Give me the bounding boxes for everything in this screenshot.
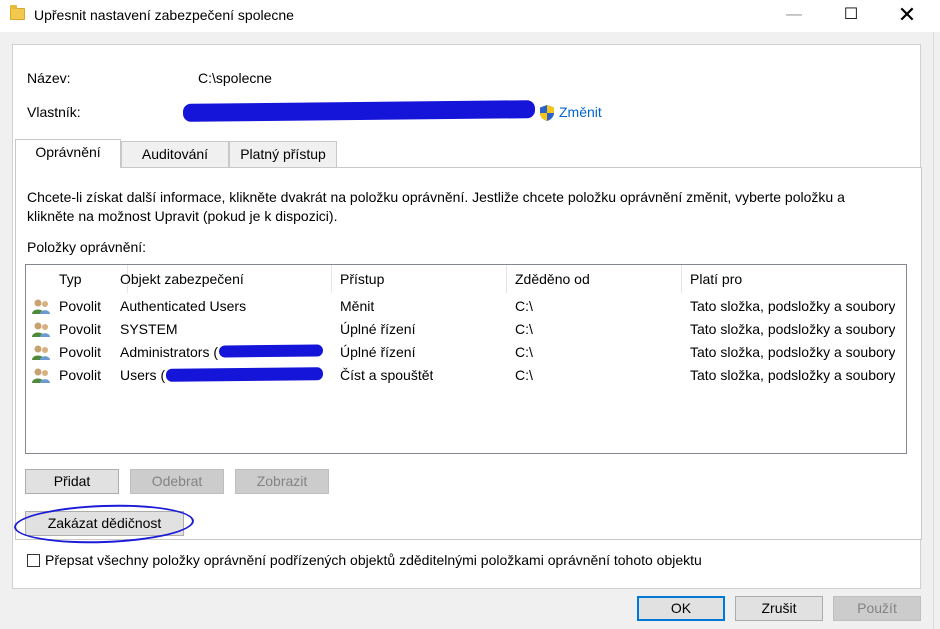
users-group-icon	[32, 368, 50, 383]
uac-shield-icon	[540, 105, 554, 121]
tab-effective-access[interactable]: Platný přístup	[229, 141, 337, 167]
cell-access: Číst a spouštět	[340, 367, 434, 383]
cell-applies: Tato složka, podsložky a soubory	[690, 321, 896, 337]
cell-applies: Tato složka, podsložky a soubory	[690, 367, 896, 383]
cell-type: Povolit	[59, 367, 102, 383]
view-button[interactable]: Zobrazit	[235, 469, 329, 494]
table-row[interactable]: Povolit SYSTEM Úplné řízení C:\ Tato slo…	[26, 318, 906, 341]
cell-inherited: C:\	[515, 344, 533, 360]
add-button[interactable]: Přidat	[25, 469, 119, 494]
cell-access: Úplné řízení	[340, 344, 416, 360]
title-bar: Upřesnit nastavení zabezpečení spolecne …	[0, 0, 940, 32]
users-group-icon	[32, 322, 50, 337]
entries-label: Položky oprávnění:	[27, 239, 147, 255]
users-group-icon	[32, 345, 50, 360]
cell-principal: SYSTEM	[120, 321, 178, 337]
ok-button[interactable]: OK	[637, 596, 725, 621]
cell-type: Povolit	[59, 321, 102, 337]
cell-applies: Tato složka, podsložky a soubory	[690, 344, 896, 360]
remove-button[interactable]: Odebrat	[130, 469, 224, 494]
cell-inherited: C:\	[515, 367, 533, 383]
window-title: Upřesnit nastavení zabezpečení spolecne	[34, 7, 294, 23]
change-owner-link[interactable]: Změnit	[559, 104, 602, 120]
description-text: Chcete-li získat další informace, klikně…	[27, 189, 845, 224]
cell-inherited: C:\	[515, 321, 533, 337]
apply-button[interactable]: Použít	[833, 596, 921, 621]
cell-access: Úplné řízení	[340, 321, 416, 337]
replace-child-permissions-label: Přepsat všechny položky oprávnění podříz…	[45, 552, 702, 568]
table-row[interactable]: Povolit Users ( Číst a spouštět C:\ Tato…	[26, 364, 906, 387]
folder-icon	[10, 5, 25, 20]
minimize-button[interactable]: —	[771, 0, 817, 32]
column-header-applies[interactable]: Platí pro	[682, 265, 906, 293]
cancel-button[interactable]: Zrušit	[735, 596, 823, 621]
close-button[interactable]: ✕	[884, 0, 930, 32]
background-window-edge	[933, 32, 940, 629]
cell-type: Povolit	[59, 298, 102, 314]
principal-redaction	[218, 344, 324, 358]
cell-principal: Authenticated Users	[120, 298, 247, 314]
table-row[interactable]: Povolit Administrators ( Úplné řízení C:…	[26, 341, 906, 364]
replace-child-permissions-checkbox[interactable]	[27, 554, 40, 567]
maximize-button[interactable]: ☐	[828, 0, 874, 32]
principal-redaction	[165, 367, 324, 382]
users-group-icon	[32, 299, 50, 314]
name-value: C:\spolecne	[198, 70, 272, 86]
column-header-access[interactable]: Přístup	[332, 265, 507, 293]
cell-inherited: C:\	[515, 298, 533, 314]
cell-access: Měnit	[340, 298, 375, 314]
owner-redaction	[182, 100, 536, 122]
column-header-inherited[interactable]: Zděděno od	[507, 265, 682, 293]
owner-label: Vlastník:	[27, 104, 81, 120]
cell-applies: Tato složka, podsložky a soubory	[690, 298, 896, 314]
column-header-principal[interactable]: Objekt zabezpečení	[112, 265, 332, 293]
cell-type: Povolit	[59, 344, 102, 360]
table-row[interactable]: Povolit Authenticated Users Měnit C:\ Ta…	[26, 295, 906, 318]
name-label: Název:	[27, 70, 71, 86]
tab-auditing[interactable]: Auditování	[121, 141, 229, 167]
permission-entries-list[interactable]: Typ Objekt zabezpečení Přístup Zděděno o…	[25, 264, 907, 454]
tab-permissions[interactable]: Oprávnění	[15, 139, 121, 168]
